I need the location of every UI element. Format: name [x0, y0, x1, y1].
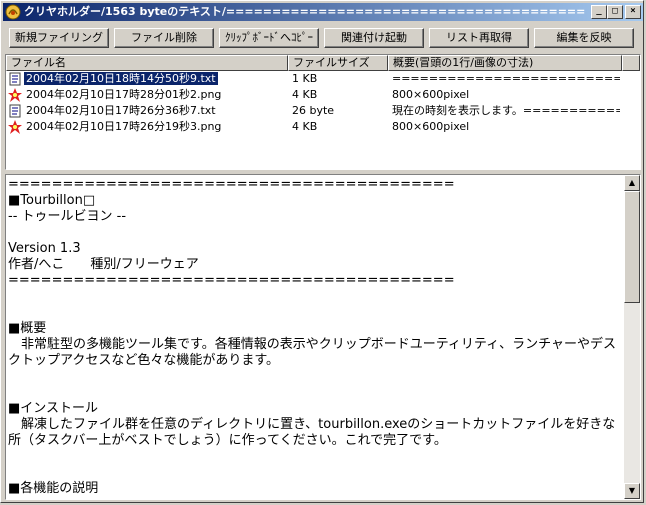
file-summary: 800×600pixel	[392, 120, 470, 133]
list-item[interactable]: 2004年02月10日18時14分50秒9.txt 1 KB =========…	[6, 71, 640, 87]
app-window: クリヤホルダー/1563 byteのテキスト/=================…	[0, 0, 644, 503]
clipboard-copy-button[interactable]: ｸﾘｯﾌﾟﾎﾞｰﾄﾞへｺﾋﾟｰ	[219, 28, 319, 48]
vertical-scrollbar[interactable]: ▲ ▼	[624, 175, 640, 499]
list-item[interactable]: 2004年02月10日17時28分01秒2.png 4 KB 800×600pi…	[6, 87, 640, 103]
column-header-filesize[interactable]: ファイルサイズ	[288, 55, 388, 71]
arrow-up-icon: ▲	[628, 178, 636, 187]
text-file-icon	[8, 104, 22, 118]
file-summary: 現在の時刻を表示します。==============	[392, 104, 620, 117]
refresh-list-button[interactable]: リスト再取得	[429, 28, 529, 48]
file-name: 2004年02月10日18時14分50秒9.txt	[24, 71, 218, 86]
close-button[interactable]: ×	[625, 5, 641, 19]
title-bar[interactable]: クリヤホルダー/1563 byteのテキスト/=================…	[3, 3, 643, 21]
column-header-filename[interactable]: ファイル名	[6, 55, 288, 71]
list-item[interactable]: 2004年02月10日17時26分36秒7.txt 26 byte 現在の時刻を…	[6, 103, 640, 119]
minimize-button[interactable]: _	[591, 5, 607, 19]
maximize-icon: □	[612, 6, 618, 16]
file-size: 26 byte	[292, 104, 335, 117]
image-file-icon	[8, 120, 22, 134]
new-filing-button[interactable]: 新規ファイリング	[9, 28, 109, 48]
window-title: クリヤホルダー/1563 byteのテキスト/=================…	[24, 5, 585, 18]
text-content[interactable]: ========================================…	[8, 177, 622, 497]
file-size: 4 KB	[292, 88, 318, 101]
file-name: 2004年02月10日17時28分01秒2.png	[26, 88, 222, 101]
list-item[interactable]: 2004年02月10日17時26分19秒3.png 4 KB 800×600pi…	[6, 119, 640, 135]
scroll-up-button[interactable]: ▲	[624, 175, 640, 191]
text-editor[interactable]: ========================================…	[5, 174, 641, 500]
list-header: ファイル名 ファイルサイズ 概要(冒頭の1行/画像の寸法)	[6, 55, 640, 71]
delete-file-button[interactable]: ファイル削除	[114, 28, 214, 48]
launch-associated-button[interactable]: 関連付け起動	[324, 28, 424, 48]
file-name: 2004年02月10日17時26分36秒7.txt	[26, 104, 216, 117]
arrow-down-icon: ▼	[628, 486, 636, 495]
file-summary: ================================	[392, 72, 620, 85]
maximize-button[interactable]: □	[607, 5, 623, 19]
file-size: 4 KB	[292, 120, 318, 133]
column-header-summary[interactable]: 概要(冒頭の1行/画像の寸法)	[388, 55, 622, 71]
column-header-filler	[622, 55, 640, 71]
scroll-down-button[interactable]: ▼	[624, 483, 640, 499]
text-file-icon	[8, 72, 22, 86]
scroll-thumb[interactable]	[624, 191, 640, 303]
file-size: 1 KB	[292, 72, 318, 85]
image-file-icon	[8, 88, 22, 102]
minimize-icon: _	[596, 6, 602, 16]
file-list[interactable]: ファイル名 ファイルサイズ 概要(冒頭の1行/画像の寸法) 2004年02月10…	[5, 54, 641, 170]
file-name: 2004年02月10日17時26分19秒3.png	[26, 120, 222, 133]
file-summary: 800×600pixel	[392, 88, 470, 101]
clear-holder-app-icon	[5, 4, 21, 20]
apply-edit-button[interactable]: 編集を反映	[534, 28, 634, 48]
close-icon: ×	[630, 6, 636, 16]
